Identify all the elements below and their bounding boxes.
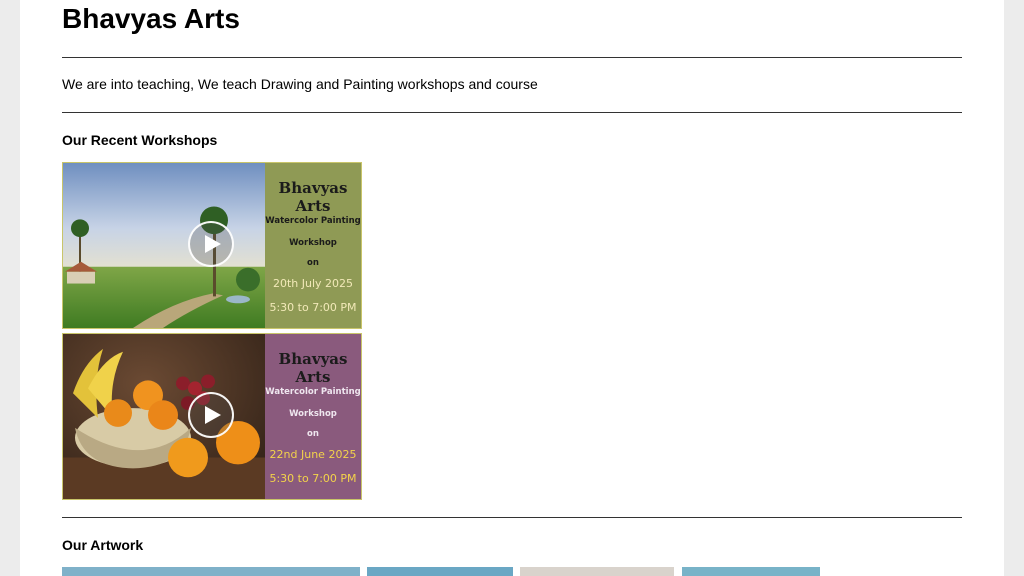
- artwork-thumbnail[interactable]: [367, 567, 513, 576]
- divider: [62, 57, 962, 58]
- site-tagline: We are into teaching, We teach Drawing a…: [62, 76, 538, 92]
- workshops-heading: Our Recent Workshops: [62, 132, 218, 148]
- site-title: Bhavyas Arts: [62, 3, 240, 34]
- play-button[interactable]: [188, 392, 234, 438]
- workshop-date: 22nd June 2025: [269, 448, 357, 461]
- play-button[interactable]: [188, 221, 234, 267]
- brand-label: Bhavyas Arts: [278, 350, 348, 386]
- artwork-heading: Our Artwork: [62, 537, 144, 553]
- workshop-on: on: [307, 258, 319, 268]
- workshop-date: 20th July 2025: [272, 277, 354, 290]
- workshop-time: 5:30 to 7:00 PM: [269, 472, 357, 485]
- artwork-thumbnail[interactable]: [520, 567, 674, 576]
- workshop-type: Watercolor Painting: [265, 387, 361, 397]
- divider: [62, 517, 962, 518]
- workshop-video-1[interactable]: Bhavyas Arts Watercolor Painting Worksho…: [62, 162, 362, 329]
- play-icon: [205, 406, 221, 424]
- landscape-painting-image: [63, 163, 267, 328]
- page: Bhavyas Arts We are into teaching, We te…: [20, 0, 1004, 576]
- artwork-thumbnail[interactable]: [682, 567, 820, 576]
- workshop-on: on: [307, 429, 319, 439]
- play-icon: [205, 235, 221, 253]
- fruit-still-life-image: [63, 334, 267, 499]
- brand-label: Bhavyas Arts: [278, 179, 348, 215]
- divider: [62, 112, 962, 113]
- workshop-info-panel: Bhavyas Arts Watercolor Painting Worksho…: [265, 334, 361, 499]
- workshop-info-panel: Bhavyas Arts Watercolor Painting Worksho…: [265, 163, 361, 328]
- workshop-type: Watercolor Painting: [265, 216, 361, 226]
- workshop-kind: Workshop: [289, 238, 337, 248]
- workshop-time: 5:30 to 7:00 PM: [269, 301, 357, 314]
- workshop-video-2[interactable]: Bhavyas Arts Watercolor Painting Worksho…: [62, 333, 362, 500]
- workshop-kind: Workshop: [289, 409, 337, 419]
- artwork-thumbnail[interactable]: [62, 567, 360, 576]
